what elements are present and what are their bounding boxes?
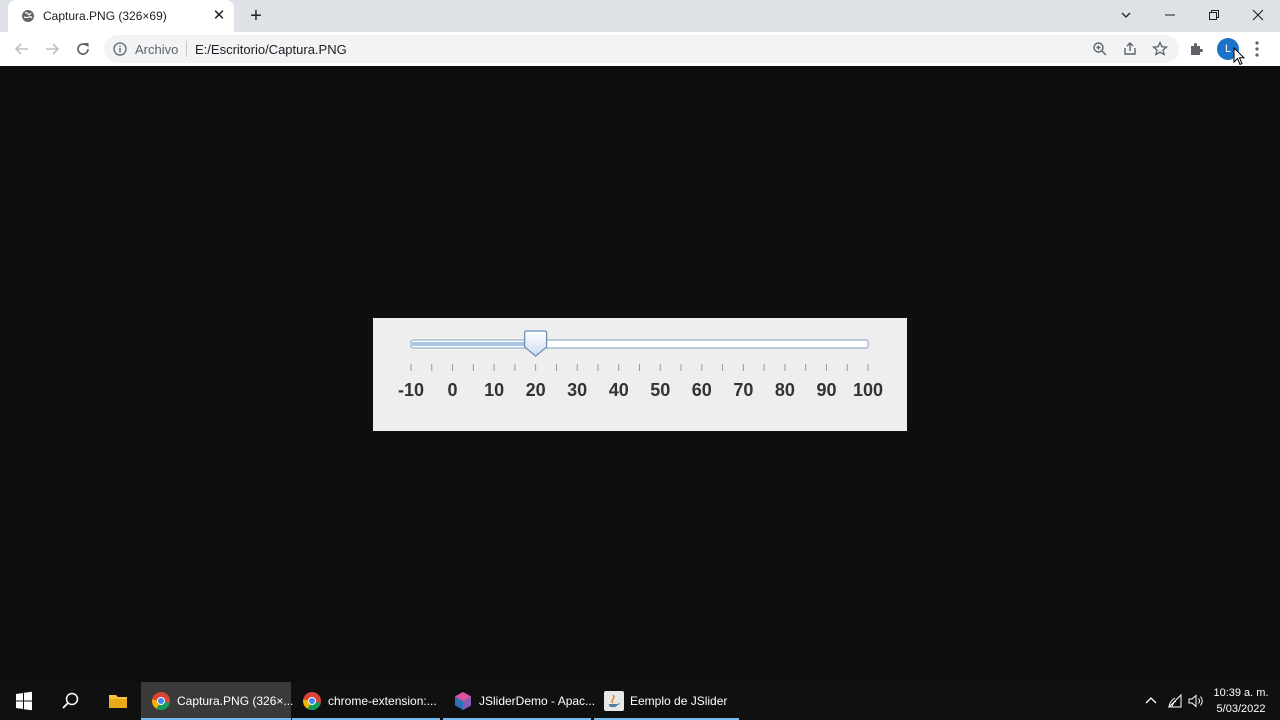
slider-tick-label: 80 bbox=[775, 380, 795, 400]
address-divider bbox=[186, 41, 187, 57]
taskbar-app-4[interactable]: Eemplo de JSlider bbox=[594, 682, 739, 720]
restore-icon[interactable] bbox=[1192, 0, 1236, 30]
new-tab-icon[interactable]: + bbox=[245, 5, 267, 27]
reload-icon[interactable] bbox=[74, 40, 92, 58]
taskbar-search-icon[interactable] bbox=[48, 682, 92, 720]
chevron-up-icon[interactable] bbox=[1142, 692, 1160, 710]
share-icon[interactable] bbox=[1122, 41, 1138, 57]
taskbar-app-3[interactable]: JSliderDemo - Apac... bbox=[443, 682, 595, 720]
file-explorer-icon[interactable] bbox=[108, 691, 128, 711]
globe-icon bbox=[22, 10, 34, 22]
jslider[interactable]: -10 0 10 20 30 40 50 60 70 80 90 100 bbox=[373, 318, 907, 431]
info-icon[interactable] bbox=[113, 42, 127, 56]
site-label: Archivo bbox=[135, 42, 179, 57]
java-icon bbox=[604, 691, 624, 711]
netbeans-icon bbox=[455, 692, 471, 710]
taskbar-app-2[interactable]: chrome-extension:... bbox=[292, 682, 440, 720]
slider-tick-label: 0 bbox=[448, 380, 458, 400]
chrome-icon bbox=[152, 692, 170, 711]
tab-search-icon[interactable] bbox=[1104, 0, 1148, 30]
slider-tick-label: 90 bbox=[816, 380, 836, 400]
slider-track-fill bbox=[412, 342, 536, 346]
browser-toolbar: Archivo E:/Escritorio/Captura.PNG L bbox=[0, 32, 1280, 66]
windows-taskbar: Captura.PNG (326×... chrome-extension:...… bbox=[0, 682, 1280, 720]
chrome-icon bbox=[303, 692, 321, 711]
tab-title: Captura.PNG (326×69) bbox=[43, 9, 167, 23]
slider-tick-label: 70 bbox=[733, 380, 753, 400]
taskbar-app-label: Eemplo de JSlider bbox=[630, 694, 728, 708]
taskbar-app-label: Captura.PNG (326×... bbox=[177, 694, 294, 708]
clock-date: 5/03/2022 bbox=[1216, 703, 1266, 715]
slider-tick-label: 10 bbox=[484, 380, 504, 400]
address-bar[interactable]: Archivo E:/Escritorio/Captura.PNG bbox=[104, 35, 1179, 63]
image-viewer: -10 0 10 20 30 40 50 60 70 80 90 100 bbox=[0, 66, 1280, 682]
clock-time: 10:39 a. m. bbox=[1213, 687, 1269, 699]
taskbar-app-1[interactable]: Captura.PNG (326×... bbox=[141, 682, 294, 720]
minimize-icon[interactable] bbox=[1148, 0, 1192, 30]
close-window-icon[interactable] bbox=[1236, 0, 1280, 30]
windows-start-icon[interactable] bbox=[0, 682, 48, 720]
zoom-icon[interactable] bbox=[1092, 41, 1108, 57]
url-text[interactable]: E:/Escritorio/Captura.PNG bbox=[195, 42, 347, 57]
kebab-menu-icon[interactable] bbox=[1249, 40, 1265, 58]
volume-icon[interactable] bbox=[1187, 692, 1205, 710]
slider-tick-label: 20 bbox=[526, 380, 546, 400]
jslider-screenshot: -10 0 10 20 30 40 50 60 70 80 90 100 bbox=[373, 318, 907, 431]
slider-tick-label: -10 bbox=[398, 380, 424, 400]
forward-arrow-icon[interactable] bbox=[43, 40, 61, 58]
tab-strip: Captura.PNG (326×69) ✕ + bbox=[0, 0, 1280, 32]
slider-tick-label: 40 bbox=[609, 380, 629, 400]
slider-thumb[interactable] bbox=[523, 330, 548, 357]
slider-tick-label: 100 bbox=[853, 380, 883, 400]
taskbar-app-label: chrome-extension:... bbox=[328, 694, 437, 708]
bookmark-star-icon[interactable] bbox=[1152, 41, 1168, 57]
mouse-cursor-icon bbox=[1233, 47, 1245, 66]
taskbar-app-label: JSliderDemo - Apac... bbox=[479, 694, 596, 708]
slider-tick-label: 60 bbox=[692, 380, 712, 400]
slider-tick-label: 50 bbox=[650, 380, 670, 400]
back-arrow-icon[interactable] bbox=[13, 40, 31, 58]
tab-captura[interactable]: Captura.PNG (326×69) ✕ bbox=[8, 0, 234, 32]
tab-close-icon[interactable]: ✕ bbox=[211, 8, 227, 24]
slider-tick-label: 30 bbox=[567, 380, 587, 400]
taskbar-clock[interactable]: 10:39 a. m. 5/03/2022 bbox=[1210, 685, 1272, 717]
network-icon[interactable] bbox=[1166, 692, 1184, 710]
extensions-puzzle-icon[interactable] bbox=[1188, 40, 1206, 58]
